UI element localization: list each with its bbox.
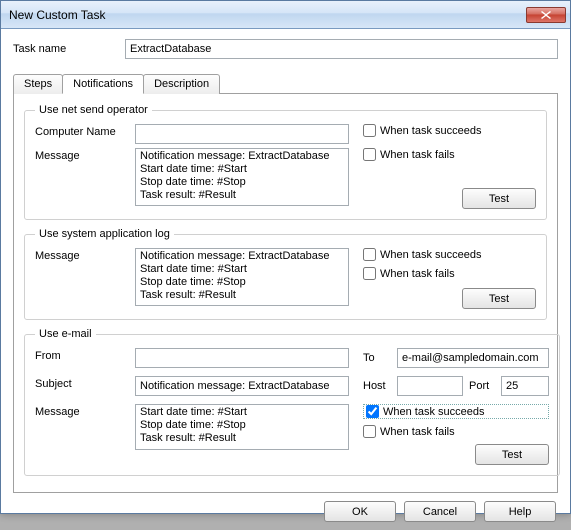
computer-name-label: Computer Name <box>35 124 135 144</box>
email-from-input[interactable] <box>135 348 349 368</box>
close-icon <box>541 11 551 19</box>
netsend-fails-checkbox[interactable]: When task fails <box>363 148 536 161</box>
email-to-label: To <box>363 352 391 364</box>
group-syslog-legend: Use system application log <box>35 228 174 240</box>
cancel-button[interactable]: Cancel <box>404 501 476 522</box>
window-title: New Custom Task <box>9 8 526 22</box>
email-from-label: From <box>35 348 135 372</box>
titlebar: New Custom Task <box>1 1 570 29</box>
syslog-succeeds-checkbox[interactable]: When task succeeds <box>363 248 536 261</box>
tab-description[interactable]: Description <box>143 74 220 94</box>
ok-button[interactable]: OK <box>324 501 396 522</box>
email-port-label: Port <box>469 380 495 392</box>
email-host-label: Host <box>363 380 391 392</box>
netsend-test-button[interactable]: Test <box>462 188 536 209</box>
email-subject-label: Subject <box>35 376 135 400</box>
group-email: Use e-mail From To Subject <box>24 328 560 476</box>
help-button[interactable]: Help <box>484 501 556 522</box>
close-button[interactable] <box>526 7 566 23</box>
email-subject-input[interactable] <box>135 376 349 396</box>
email-message-label: Message <box>35 404 135 465</box>
syslog-message-input[interactable] <box>135 248 349 306</box>
tab-steps[interactable]: Steps <box>13 74 63 94</box>
email-fails-checkbox[interactable]: When task fails <box>363 425 549 438</box>
tab-notifications[interactable]: Notifications <box>62 74 144 94</box>
syslog-message-label: Message <box>35 248 135 309</box>
group-email-legend: Use e-mail <box>35 328 96 340</box>
email-message-input[interactable] <box>135 404 349 450</box>
netsend-computer-input[interactable] <box>135 124 349 144</box>
task-name-label: Task name <box>13 43 125 55</box>
group-netsend: Use net send operator Computer Name When… <box>24 104 547 220</box>
netsend-message-label: Message <box>35 148 135 209</box>
syslog-test-button[interactable]: Test <box>462 288 536 309</box>
email-port-input[interactable] <box>501 376 549 396</box>
group-netsend-legend: Use net send operator <box>35 104 152 116</box>
email-host-input[interactable] <box>397 376 463 396</box>
task-name-input[interactable] <box>125 39 558 59</box>
netsend-succeeds-checkbox[interactable]: When task succeeds <box>363 124 536 137</box>
email-test-button[interactable]: Test <box>475 444 549 465</box>
netsend-message-input[interactable] <box>135 148 349 206</box>
email-succeeds-checkbox[interactable]: When task succeeds <box>363 404 549 419</box>
syslog-fails-checkbox[interactable]: When task fails <box>363 267 536 280</box>
group-syslog: Use system application log Message When … <box>24 228 547 320</box>
email-to-input[interactable] <box>397 348 549 368</box>
